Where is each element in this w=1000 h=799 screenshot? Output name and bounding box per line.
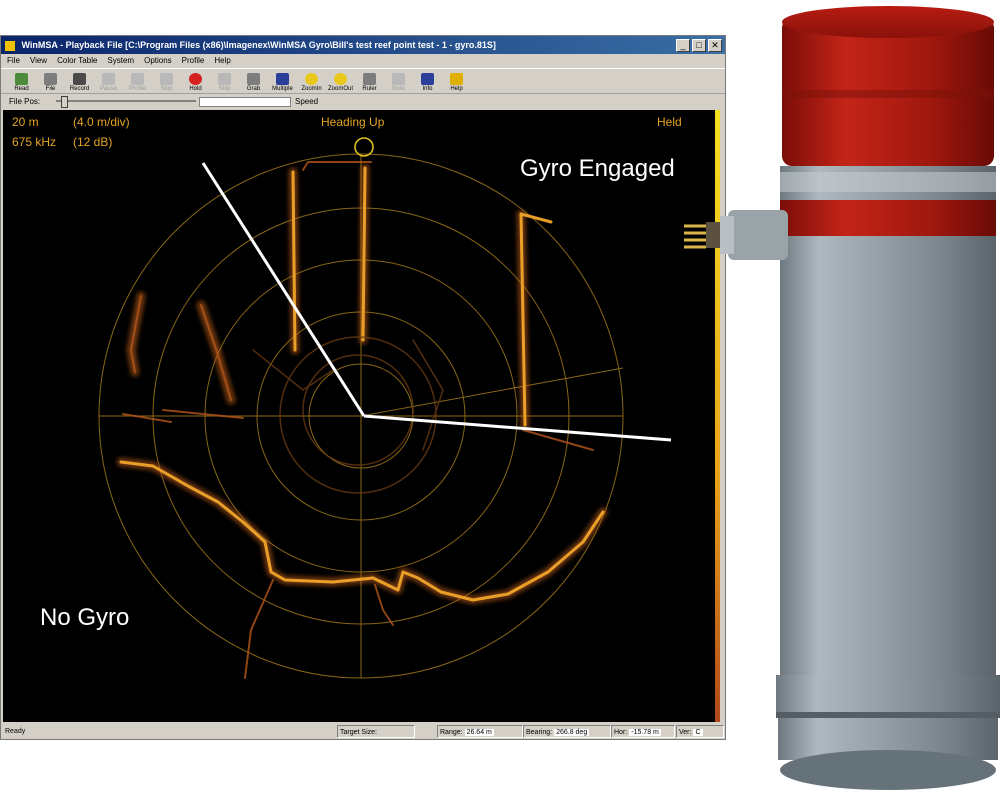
gyro-comparison-lines	[201, 162, 672, 442]
record-icon	[73, 72, 86, 85]
pause-icon	[102, 72, 115, 85]
help-button[interactable]: Help	[442, 69, 471, 95]
app-icon	[5, 40, 15, 51]
hor-field: Hor: -15.78 m	[611, 725, 675, 738]
toolbar-label: Grab	[246, 85, 261, 92]
menu-bar: File View Color Table System Options Profile H…	[1, 54, 725, 67]
toolbar-label: Profile	[128, 85, 146, 92]
ruler-icon	[363, 72, 376, 85]
menu-help[interactable]: Help	[214, 54, 230, 67]
toolbar-label: Note	[392, 85, 405, 92]
read-button[interactable]: Read	[7, 69, 36, 95]
gain-readout: (12 dB)	[73, 135, 113, 149]
status-ready: Ready	[5, 728, 26, 735]
toolbar-label: Multiple	[272, 85, 293, 92]
sonar-echoes	[116, 161, 608, 679]
stop-button[interactable]: Stop	[152, 69, 181, 95]
info-button[interactable]: Info	[413, 69, 442, 95]
menu-system[interactable]: System	[107, 54, 134, 67]
skip-button[interactable]: Skip	[210, 69, 239, 95]
menu-options[interactable]: Options	[144, 54, 172, 67]
hold-button[interactable]: Hold	[181, 69, 210, 95]
zoomout-button[interactable]: ZoomOut	[326, 69, 355, 95]
title-bar[interactable]: WinMSA - Playback File [C:\Program Files…	[1, 36, 725, 54]
profile-button[interactable]: Profile	[123, 69, 152, 95]
scale-readout: (4.0 m/div)	[73, 115, 130, 129]
range-field: Range: 26.64 m	[437, 725, 523, 738]
orientation-label: Heading Up	[321, 115, 385, 129]
status-bar: Ready Target Size: Range: 26.64 m Bearing…	[1, 724, 725, 739]
toolbar-label: Pause	[99, 85, 117, 92]
info-icon	[421, 72, 434, 85]
toolbar-label: ZoomOut	[327, 85, 353, 92]
toolbar-label: Info	[422, 85, 433, 92]
bearing-label: Bearing:	[526, 729, 553, 736]
range-value: 26.64 m	[464, 729, 494, 736]
multiple-button[interactable]: Multiple	[268, 69, 297, 95]
toolbar-label: Stop	[160, 85, 173, 92]
window-title: WinMSA - Playback File [C:\Program Files…	[21, 40, 496, 50]
app-window: WinMSA - Playback File [C:\Program Files…	[0, 35, 726, 740]
file-icon	[44, 72, 57, 85]
zoomin-button[interactable]: ZoomIn	[297, 69, 326, 95]
file-position-bar: File Pos: Speed	[1, 95, 725, 108]
skip-icon	[218, 72, 231, 85]
toolbar-label: Ruler	[362, 85, 377, 92]
frequency-readout: 675 kHz	[12, 135, 57, 149]
menu-view[interactable]: View	[30, 54, 47, 67]
zoom-out-icon	[334, 72, 347, 85]
read-icon	[15, 72, 28, 85]
record-button[interactable]: Record	[65, 69, 94, 95]
grab-button[interactable]: Grab	[239, 69, 268, 95]
file-pos-label: File Pos:	[9, 97, 41, 106]
hold-icon	[189, 72, 202, 85]
gyro-engaged-caption: Gyro Engaged	[520, 155, 675, 182]
grab-icon	[247, 72, 260, 85]
toolbar-label: Skip	[218, 85, 231, 92]
range-readout: 20 m	[12, 115, 39, 129]
menu-file[interactable]: File	[7, 54, 20, 67]
ruler-button[interactable]: Ruler	[355, 69, 384, 95]
toolbar-label: Help	[450, 85, 463, 92]
toolbar: Read File Record Pause Profile Stop Hold Skip Gr…	[1, 68, 725, 94]
speed-label: Speed	[295, 97, 319, 106]
toolbar-label: Hold	[189, 85, 202, 92]
toolbar-label: File	[45, 85, 56, 92]
menu-color-table[interactable]: Color Table	[57, 54, 97, 67]
sonar-head-icon	[684, 6, 1000, 790]
hor-label: Hor:	[614, 729, 628, 736]
bearing-field: Bearing: 266.8 deg	[523, 725, 611, 738]
stop-icon	[160, 72, 173, 85]
pause-button[interactable]: Pause	[94, 69, 123, 95]
toolbar-label: ZoomIn	[301, 85, 322, 92]
note-button[interactable]: Note	[384, 69, 413, 95]
file-button[interactable]: File	[36, 69, 65, 95]
file-pos-thumb[interactable]	[61, 96, 68, 108]
range-label: Range:	[440, 729, 463, 736]
profile-icon	[131, 72, 144, 85]
note-icon	[392, 72, 405, 85]
bearing-value: 266.8 deg	[554, 729, 590, 736]
heading-marker	[354, 137, 374, 157]
target-size-label: Target Size:	[340, 729, 377, 736]
multiple-icon	[276, 72, 289, 85]
zoom-in-icon	[305, 72, 318, 85]
target-size-field: Target Size:	[337, 725, 415, 738]
toolbar-label: Read	[14, 85, 29, 92]
help-icon	[450, 72, 463, 85]
file-pos-slider[interactable]	[56, 100, 196, 102]
menu-profile[interactable]: Profile	[182, 54, 205, 67]
toolbar-label: Record	[69, 85, 90, 92]
hor-value: -15.78 m	[629, 729, 661, 736]
speed-slider[interactable]	[199, 97, 291, 107]
no-gyro-caption: No Gyro	[40, 604, 130, 631]
